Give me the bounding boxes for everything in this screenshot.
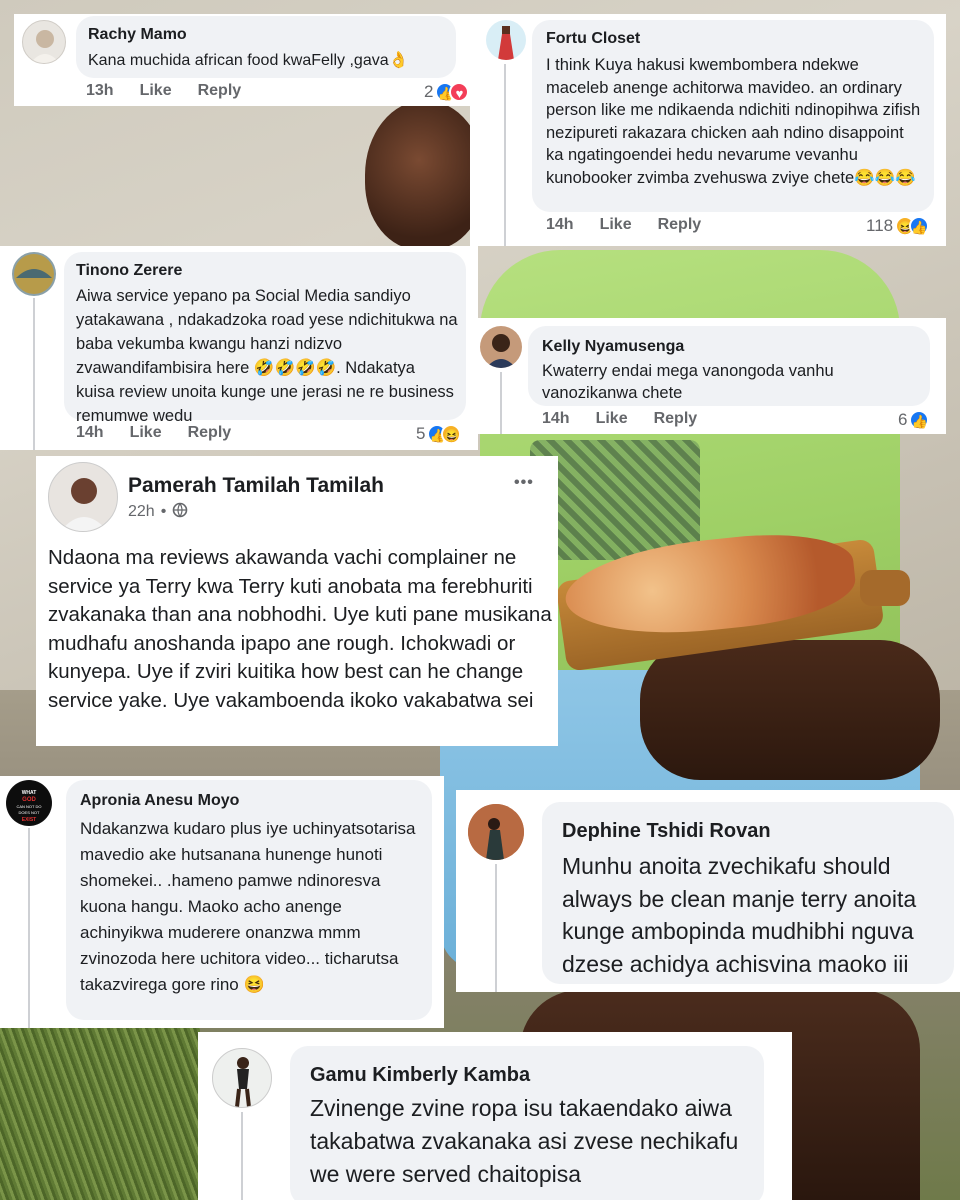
reaction-count[interactable]: 6 👍 (898, 410, 930, 430)
reaction-number: 118 (866, 216, 894, 235)
like-button[interactable]: Like (130, 424, 162, 441)
comment-actions: 14h Like Reply (542, 410, 723, 428)
comment-text: I think Kuya hakusi kwembombera ndekwe m… (546, 56, 921, 187)
reaction-count[interactable]: 2 👍 ♥ (424, 82, 470, 102)
commenter-name[interactable]: Fortu Closet (546, 30, 640, 48)
reaction-number: 2 (424, 82, 434, 101)
comment-tinono: Tinono Zerere Aiwa service yepano pa Soc… (0, 246, 478, 450)
commenter-name[interactable]: Gamu Kimberly Kamba (310, 1064, 530, 1087)
commenter-name[interactable]: Apronia Anesu Moyo (80, 792, 239, 810)
timestamp: 14h (542, 410, 570, 427)
comment-rachy: Rachy Mamo Kana muchida african food kwa… (14, 14, 474, 106)
thread-line (504, 64, 506, 246)
comment-bubble: Gamu Kimberly Kamba Zvinenge zvine ropa … (290, 1046, 764, 1200)
comment-text: Ndakanzwa kudaro plus iye uchinyatsotari… (80, 819, 416, 994)
comment-text: Munhu anoita zvechikafu should always be… (562, 853, 917, 977)
like-reaction-icon: 👍 (909, 216, 930, 236)
comment-actions: 13h Like Reply (86, 82, 267, 100)
comment-text: Kwaterry endai mega vanongoda vanhu vano… (542, 362, 834, 402)
more-options-icon[interactable]: ••• (514, 474, 534, 492)
comment-text: Zvinenge zvine ropa isu takaendako aiwa … (310, 1095, 739, 1187)
thread-line (500, 372, 502, 434)
love-reaction-icon: ♥ (449, 82, 470, 102)
thread-line (241, 1112, 243, 1200)
comment-text: Aiwa service yepano pa Social Media sand… (76, 287, 458, 425)
comment-apronia: WHAT GOD CAN NOT DO DOES NOT EXIST Apron… (0, 776, 444, 1028)
avatar[interactable] (480, 326, 522, 368)
post-text: Ndaona ma reviews akawanda vachi complai… (48, 546, 552, 712)
comment-bubble: Dephine Tshidi Rovan Munhu anoita zvechi… (542, 802, 954, 984)
comment-gamu: Gamu Kimberly Kamba Zvinenge zvine ropa … (198, 1032, 792, 1200)
commenter-name[interactable]: Kelly Nyamusenga (542, 338, 684, 356)
timestamp: 22h (128, 503, 155, 520)
comment-bubble: Apronia Anesu Moyo Ndakanzwa kudaro plus… (66, 780, 432, 1020)
avatar[interactable]: WHAT GOD CAN NOT DO DOES NOT EXIST (6, 780, 52, 826)
avatar[interactable] (48, 462, 118, 532)
commenter-name[interactable]: Dephine Tshidi Rovan (562, 820, 771, 843)
timestamp: 13h (86, 82, 114, 99)
svg-text:DOES NOT: DOES NOT (19, 810, 40, 815)
comment-fortu: Fortu Closet I think Kuya hakusi kwembom… (470, 14, 946, 246)
arm (640, 640, 940, 780)
grass (0, 1020, 200, 1200)
reply-button[interactable]: Reply (658, 216, 702, 233)
svg-text:CAN NOT DO: CAN NOT DO (16, 804, 41, 809)
comment-actions: 14h Like Reply (546, 216, 727, 234)
comment-text: Kana muchida african food kwaFelly ,gava… (88, 52, 409, 69)
post-meta: 22h • (128, 502, 188, 521)
commenter-name[interactable]: Rachy Mamo (88, 26, 187, 44)
comment-bubble: Kelly Nyamusenga Kwaterry endai mega van… (528, 326, 930, 406)
reaction-number: 6 (898, 410, 908, 429)
thread-line (33, 298, 35, 450)
poster-name[interactable]: Pamerah Tamilah Tamilah (128, 474, 384, 498)
reply-button[interactable]: Reply (654, 410, 698, 427)
reply-button[interactable]: Reply (198, 82, 242, 99)
like-button[interactable]: Like (600, 216, 632, 233)
avatar[interactable] (486, 20, 526, 60)
comment-actions: 14h Like Reply (76, 424, 257, 442)
thread-line (495, 864, 497, 992)
post-pamerah: Pamerah Tamilah Tamilah 22h • ••• Ndaona … (36, 456, 558, 746)
like-reaction-icon: 👍 (909, 410, 930, 430)
thread-line (28, 828, 30, 1028)
comment-kelly: Kelly Nyamusenga Kwaterry endai mega van… (470, 318, 946, 434)
comment-dephine: Dephine Tshidi Rovan Munhu anoita zvechi… (456, 790, 960, 992)
reaction-count[interactable]: 118 😆 👍 (866, 216, 930, 236)
reaction-count[interactable]: 5 👍 😆 (416, 424, 462, 444)
commenter-name[interactable]: Tinono Zerere (76, 262, 182, 280)
like-button[interactable]: Like (140, 82, 172, 99)
comment-bubble: Fortu Closet I think Kuya hakusi kwembom… (532, 20, 934, 212)
avatar[interactable] (22, 20, 66, 64)
globe-icon (172, 502, 188, 521)
svg-text:EXIST: EXIST (22, 817, 36, 823)
avatar[interactable] (12, 252, 56, 296)
like-button[interactable]: Like (596, 410, 628, 427)
timestamp: 14h (546, 216, 574, 233)
haha-reaction-icon: 😆 (441, 424, 462, 444)
svg-text:GOD: GOD (22, 797, 36, 803)
avatar[interactable] (468, 804, 524, 860)
timestamp: 14h (76, 424, 104, 441)
man-face (365, 100, 485, 250)
board-handle (860, 570, 910, 606)
avatar[interactable] (212, 1048, 272, 1108)
comment-bubble: Tinono Zerere Aiwa service yepano pa Soc… (64, 252, 466, 425)
reply-button[interactable]: Reply (188, 424, 232, 441)
reaction-number: 5 (416, 424, 426, 443)
comment-bubble: Rachy Mamo Kana muchida african food kwa… (76, 16, 456, 78)
svg-text:WHAT: WHAT (22, 790, 37, 796)
